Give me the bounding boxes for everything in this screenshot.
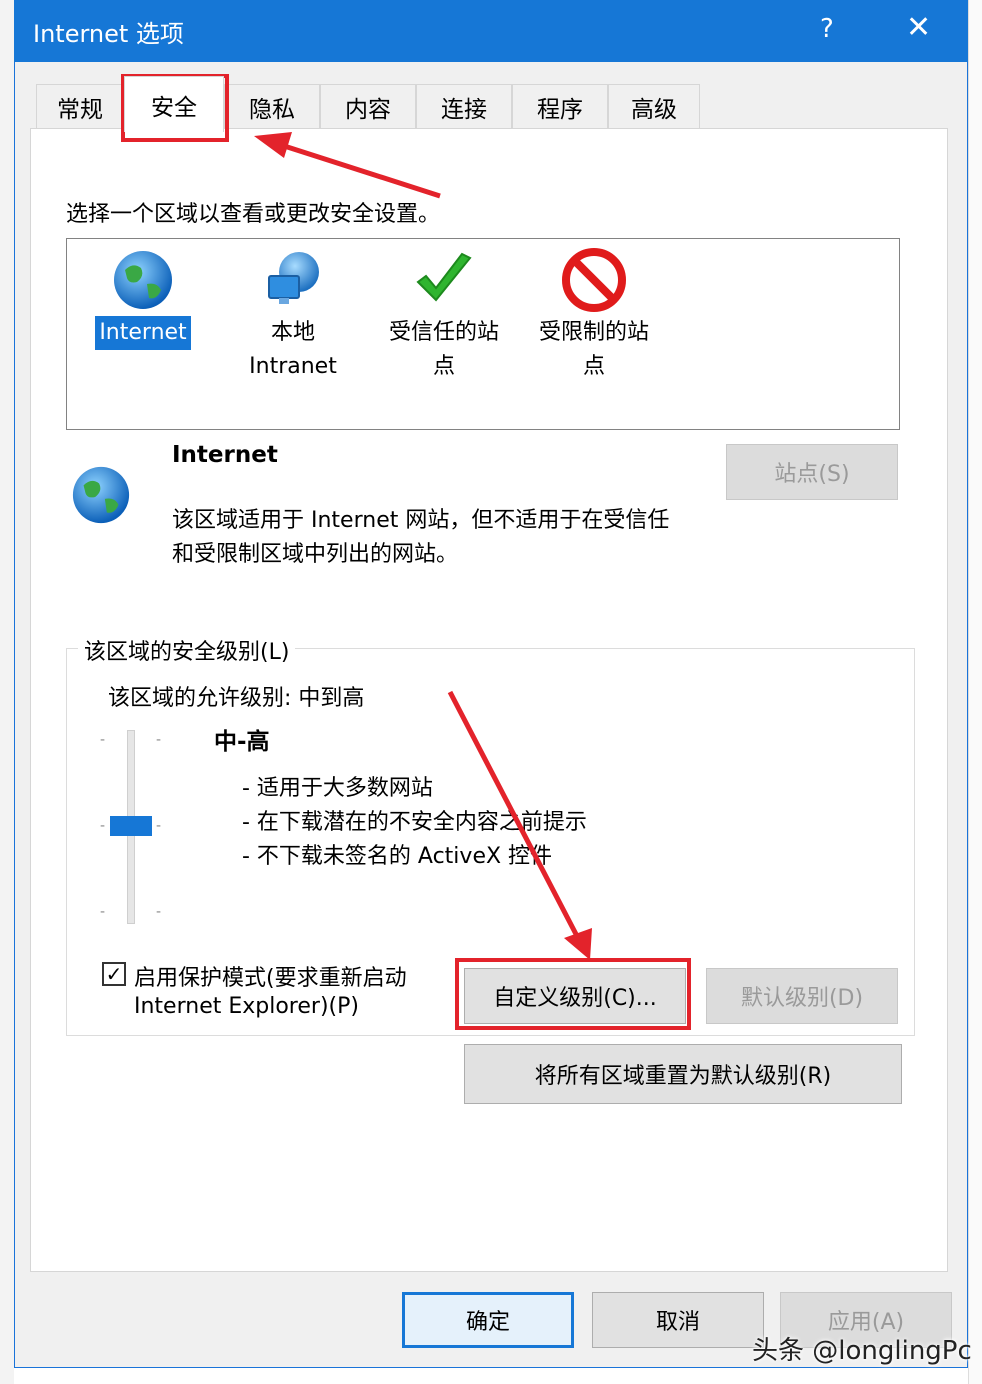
- arrow-to-security-tab: [277, 141, 441, 199]
- arrow-head-icon: [254, 132, 292, 158]
- annotation-arrows: [254, 132, 592, 960]
- tab-security[interactable]: 安全: [124, 76, 224, 132]
- watermark: 头条 @longlingPc: [752, 1336, 972, 1366]
- arrow-to-custom-level: [447, 690, 581, 940]
